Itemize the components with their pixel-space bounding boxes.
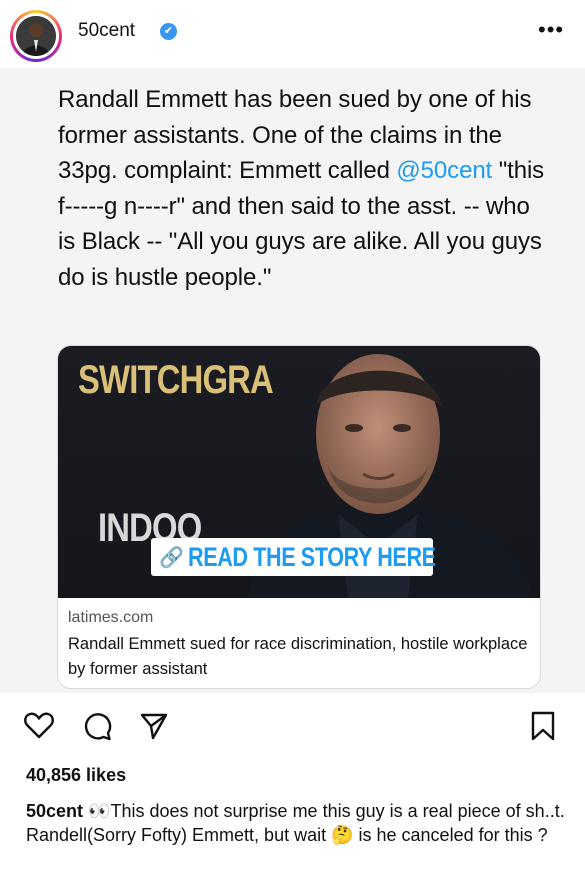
tweet-text: Randall Emmett has been sued by one of h… bbox=[58, 82, 548, 295]
avatar-frame bbox=[13, 13, 59, 59]
post-header: 50cent ✔ ••• bbox=[0, 0, 585, 68]
link-preview-card[interactable]: SWITCHGRA INDOO 🔗 READ THE STORY HERE la… bbox=[57, 345, 541, 689]
eyes-emoji: 👀 bbox=[88, 801, 111, 821]
card-image: SWITCHGRA INDOO 🔗 READ THE STORY HERE bbox=[58, 346, 540, 598]
action-bar bbox=[0, 693, 585, 753]
verified-badge-icon: ✔ bbox=[160, 23, 177, 40]
heart-icon[interactable] bbox=[24, 711, 54, 739]
bookmark-icon[interactable] bbox=[530, 711, 556, 741]
read-story-button[interactable]: 🔗 READ THE STORY HERE bbox=[151, 538, 436, 576]
caption: 50cent 👀This does not surprise me this g… bbox=[26, 799, 566, 847]
card-meta: latimes.com Randall Emmett sued for race… bbox=[68, 608, 533, 682]
link-icon: 🔗 bbox=[159, 546, 184, 569]
card-domain: latimes.com bbox=[68, 609, 154, 626]
caption-text-end: is he canceled for this ? bbox=[353, 825, 548, 845]
likes-count[interactable]: 40,856 likes bbox=[26, 765, 126, 786]
story-ring[interactable] bbox=[10, 10, 62, 62]
caption-username[interactable]: 50cent bbox=[26, 801, 83, 821]
avatar-image bbox=[16, 16, 56, 56]
thinking-emoji: 🤔 bbox=[331, 825, 354, 845]
comment-icon[interactable] bbox=[82, 711, 112, 741]
card-title[interactable]: Randall Emmett sued for race discriminat… bbox=[68, 632, 533, 682]
read-story-label: READ THE STORY HERE bbox=[187, 541, 436, 572]
tweet-mention[interactable]: @50cent bbox=[396, 157, 492, 184]
avatar[interactable] bbox=[16, 16, 56, 56]
more-options-icon[interactable]: ••• bbox=[538, 19, 564, 41]
username[interactable]: 50cent bbox=[78, 20, 135, 42]
send-icon[interactable] bbox=[139, 711, 169, 741]
